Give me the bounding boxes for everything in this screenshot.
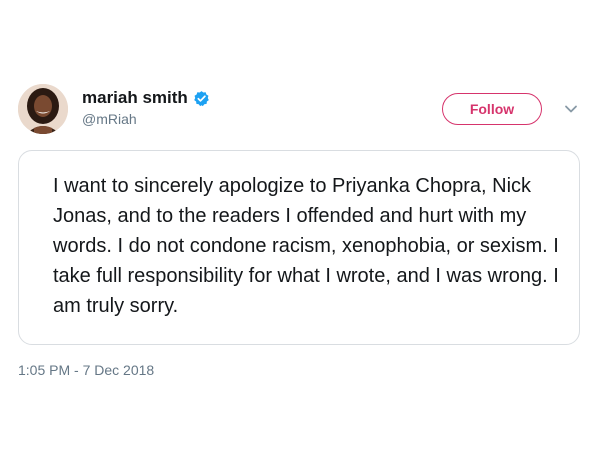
tweet-header: mariah smith @mRiah Follow [18, 84, 584, 140]
avatar-photo-icon [18, 84, 68, 134]
follow-button[interactable]: Follow [442, 93, 542, 125]
display-name-text: mariah smith [82, 88, 188, 107]
tweet-text: I want to sincerely apologize to Priyank… [53, 175, 559, 317]
tweet: mariah smith @mRiah Follow I want to sin… [0, 0, 600, 450]
chevron-down-icon[interactable] [562, 100, 580, 118]
tweet-timestamp[interactable]: 1:05 PM - 7 Dec 2018 [18, 362, 154, 378]
author-handle[interactable]: @mRiah [82, 111, 210, 128]
avatar[interactable] [18, 84, 68, 134]
author-names: mariah smith @mRiah [82, 88, 210, 128]
verified-badge-icon [194, 90, 209, 106]
author-display-name[interactable]: mariah smith [82, 88, 210, 108]
tweet-text-card: I want to sincerely apologize to Priyank… [18, 150, 580, 345]
